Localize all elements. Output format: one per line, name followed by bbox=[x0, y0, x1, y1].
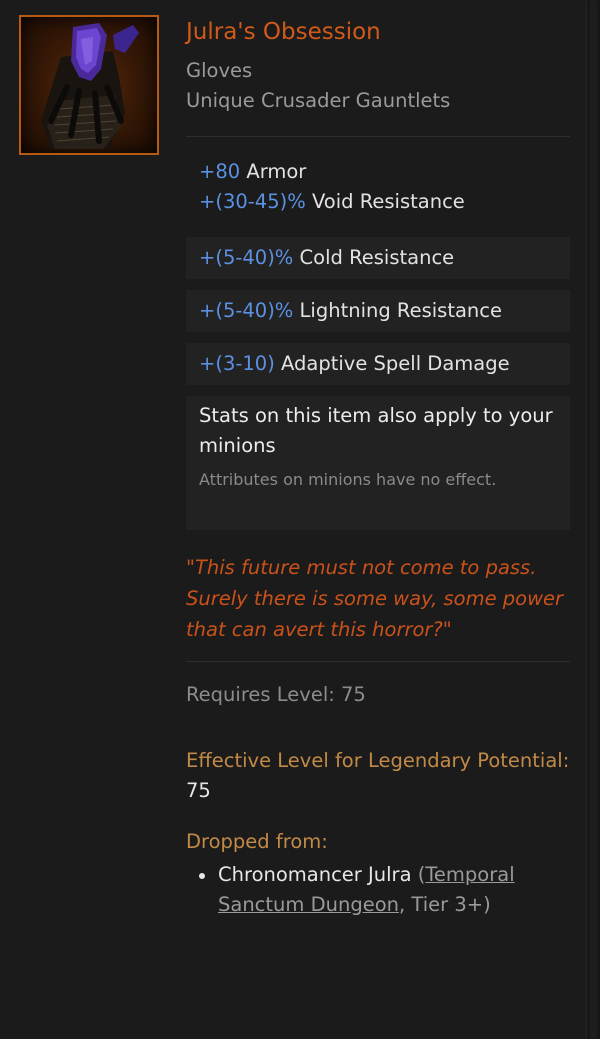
affix-lightning-resistance: +(5-40)% Lightning Resistance bbox=[186, 290, 570, 332]
scrollbar-thumb[interactable] bbox=[590, 0, 597, 1039]
scrollbar[interactable] bbox=[586, 0, 600, 1039]
minion-stats-note: Stats on this item also apply to your mi… bbox=[186, 396, 570, 530]
flavor-text: "This future must not come to pass. Sure… bbox=[186, 556, 564, 641]
dropped-from-label: Dropped from: bbox=[186, 830, 328, 853]
crusader-gauntlets-icon bbox=[19, 15, 159, 155]
divider bbox=[186, 136, 570, 137]
drop-source-item: Chronomancer Julra (Temporal Sanctum Dun… bbox=[218, 863, 515, 916]
minion-title: Stats on this item also apply to your mi… bbox=[199, 404, 553, 457]
minion-note: Attributes on minions have no effect. bbox=[199, 470, 497, 489]
level-requirement: Requires Level: 75 bbox=[186, 683, 366, 706]
legendary-potential-level: Effective Level for Legendary Potential:… bbox=[186, 749, 570, 802]
item-name: Julra's Obsession bbox=[186, 19, 381, 45]
drop-source-name: Chronomancer Julra bbox=[218, 863, 412, 886]
implicit-stats: +80 Armor +(30-45)% Void Resistance bbox=[186, 156, 570, 218]
implicit-void-resistance: +(30-45)% Void Resistance bbox=[199, 190, 465, 213]
affix-cold-resistance: +(5-40)% Cold Resistance bbox=[186, 237, 570, 279]
list-bullet bbox=[199, 873, 205, 879]
divider bbox=[186, 661, 570, 662]
item-tooltip-panel: Julra's Obsession Gloves Unique Crusader… bbox=[0, 0, 587, 1039]
item-base-type: Unique Crusader Gauntlets bbox=[186, 89, 451, 112]
item-slot: Gloves bbox=[186, 59, 253, 82]
implicit-armor: +80 Armor bbox=[199, 160, 307, 183]
affix-adaptive-spell-damage: +(3-10) Adaptive Spell Damage bbox=[186, 343, 570, 385]
